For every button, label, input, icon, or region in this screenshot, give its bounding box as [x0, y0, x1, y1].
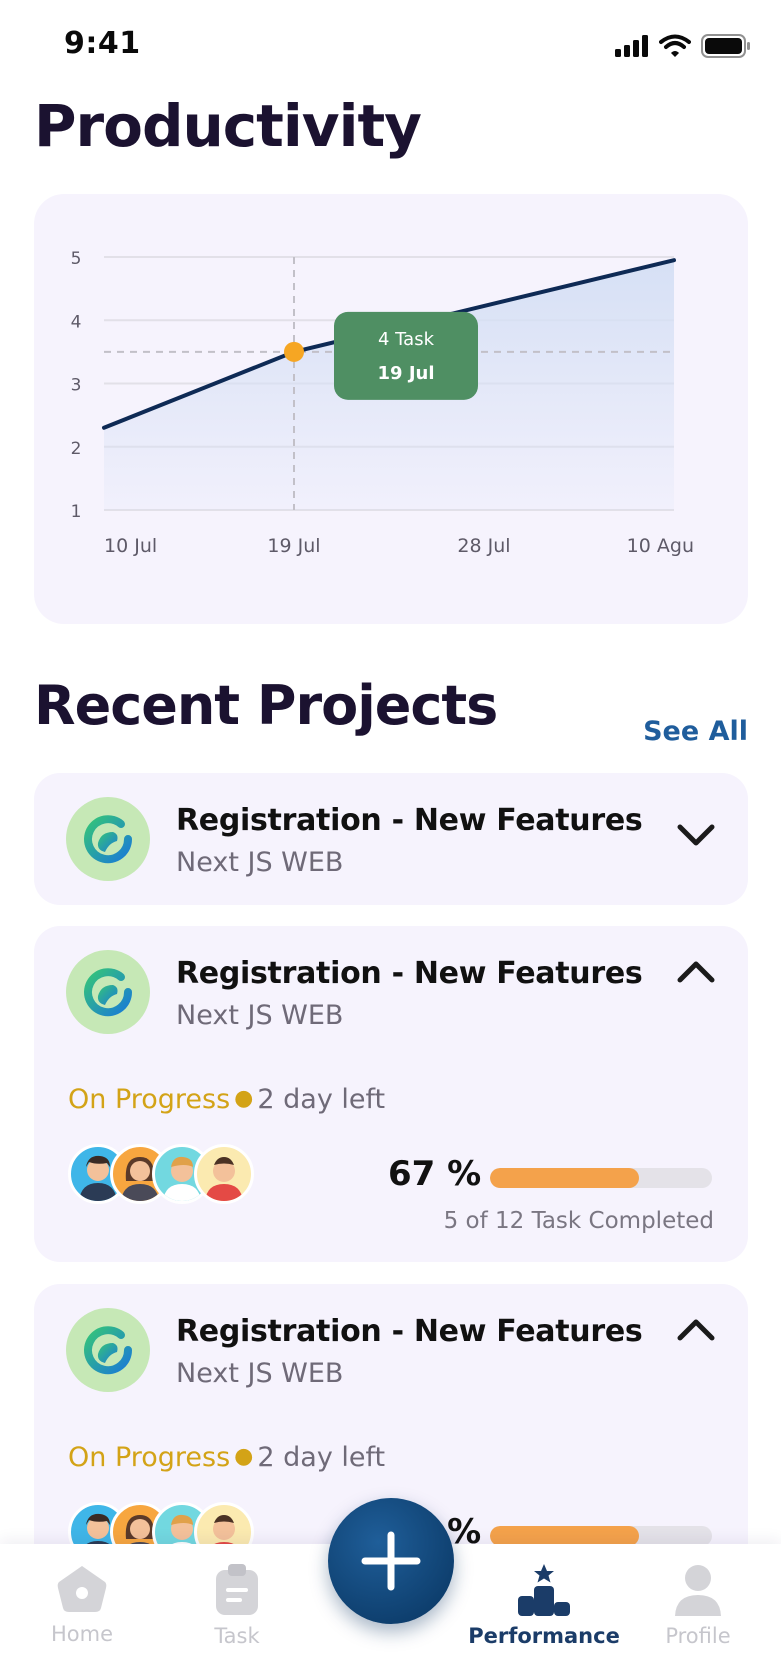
task-count: 5 of 12 Task Completed [443, 1208, 714, 1234]
chevron-up-icon[interactable] [672, 954, 720, 990]
time-left: 2 day left [257, 1442, 386, 1473]
y-tick-label: 2 [71, 439, 82, 459]
project-card[interactable]: Registration - New Features Next JS WEB [34, 773, 748, 905]
see-all-link[interactable]: See All [643, 716, 748, 747]
productivity-chart: 5 4 3 2 1 10 Jul 19 Jul 28 Jul 10 Agu 4 Task 19 Ju… [71, 249, 694, 557]
nav-label: Performance [468, 1624, 620, 1648]
cellular-signal-icon [615, 35, 648, 57]
progress-bar-fill [490, 1168, 639, 1188]
project-card[interactable]: Registration - New Features Next JS WEB … [34, 926, 748, 1262]
x-tick-label: 10 Agu [627, 535, 694, 557]
battery-icon [701, 34, 750, 58]
nav-item-profile[interactable]: Profile [638, 1564, 758, 1648]
x-tick-label: 19 Jul [267, 535, 320, 557]
project-subtitle: Next JS WEB [176, 1000, 344, 1031]
project-logo [66, 797, 150, 881]
nav-item-task[interactable]: Task [177, 1564, 297, 1648]
progress-bar [490, 1526, 712, 1546]
page-title: Productivity [34, 92, 422, 160]
project-subtitle: Next JS WEB [176, 847, 344, 878]
tooltip-date: 19 Jul [378, 363, 435, 384]
avatar [194, 1144, 254, 1204]
y-tick-label: 3 [71, 376, 82, 396]
task-clipboard-icon [216, 1564, 258, 1615]
chevron-down-icon[interactable] [672, 817, 720, 853]
podium-star-icon [518, 1564, 570, 1616]
productivity-chart-card: 5 4 3 2 1 10 Jul 19 Jul 28 Jul 10 Agu 4 Task 19 Ju… [34, 194, 748, 624]
y-tick-label: 4 [71, 312, 82, 332]
project-name: Registration - New Features [176, 803, 643, 838]
chevron-up-icon[interactable] [672, 1312, 720, 1348]
plus-icon [361, 1531, 421, 1591]
add-button[interactable] [328, 1498, 454, 1624]
status-text: On Progress [68, 1442, 231, 1473]
project-logo-icon [84, 1326, 133, 1375]
nav-label: Home [50, 1622, 113, 1646]
x-tick-label: 10 Jul [104, 535, 157, 557]
wifi-icon [659, 34, 691, 57]
project-name: Registration - New Features [176, 1314, 643, 1349]
project-status: On Progress ● 2 day left [68, 1442, 385, 1473]
nav-label: Task [214, 1624, 260, 1648]
y-tick-label: 5 [71, 249, 82, 269]
nav-item-performance[interactable]: Performance [468, 1564, 620, 1648]
nav-item-home[interactable]: Home [22, 1564, 142, 1646]
progress-bar-fill [490, 1526, 639, 1546]
recent-projects-title: Recent Projects [34, 674, 498, 737]
chart-tooltip [334, 311, 478, 400]
user-icon [675, 1565, 721, 1616]
y-tick-label: 1 [71, 502, 82, 522]
nav-label: Profile [665, 1624, 731, 1648]
project-logo-icon [84, 968, 133, 1017]
progress-percent: 67 % [388, 1154, 482, 1194]
project-logo [66, 950, 150, 1034]
progress-bar [490, 1168, 712, 1188]
project-subtitle: Next JS WEB [176, 1358, 344, 1389]
tooltip-value: 4 Task [378, 329, 435, 350]
highlight-point [284, 341, 304, 362]
project-logo-icon [84, 815, 133, 864]
project-logo [66, 1308, 150, 1392]
status-time: 9:41 [64, 26, 141, 61]
project-status: On Progress ● 2 day left [68, 1084, 385, 1115]
status-text: On Progress [68, 1084, 231, 1115]
team-avatars [68, 1144, 268, 1204]
project-name: Registration - New Features [176, 956, 643, 991]
status-dot: ● [234, 1444, 254, 1469]
status-dot: ● [234, 1086, 254, 1111]
status-bar: 9:41 [0, 0, 781, 90]
time-left: 2 day left [257, 1084, 386, 1115]
x-tick-label: 28 Jul [457, 535, 510, 557]
home-icon [57, 1566, 107, 1612]
status-icons [615, 34, 751, 58]
